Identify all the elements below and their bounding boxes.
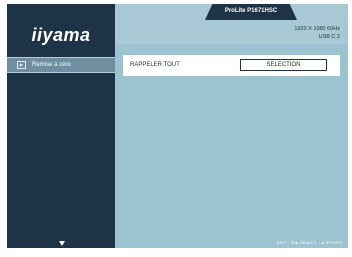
- sidebar: iiyama Remise à zéro: [7, 4, 115, 248]
- selection-button[interactable]: SELECTION: [240, 59, 327, 71]
- model-tab: ProLite P1671HSC: [205, 4, 297, 20]
- osd-menu: iiyama Remise à zéro ProLite P1671HSC 19…: [7, 4, 348, 248]
- recall-all-label: RAPPELER TOUT: [130, 62, 180, 68]
- signal-info: 1920 X 1080 60Hz USB C 2: [294, 25, 340, 41]
- sidebar-item-label: Remise à zéro: [32, 62, 71, 68]
- footer-hint: EXIT : ⏻/⇦ SELECT : ▲/▼PUSH: [276, 240, 342, 245]
- triangle-down-icon[interactable]: [59, 241, 65, 246]
- main-panel: RAPPELER TOUT SELECTION EXIT : ⏻/⇦ SELEC…: [115, 44, 348, 248]
- header: ProLite P1671HSC 1920 X 1080 60Hz USB C …: [115, 4, 348, 44]
- reset-icon: [16, 60, 27, 70]
- resolution-text: 1920 X 1080 60Hz: [294, 26, 340, 32]
- model-name: ProLite P1671HSC: [224, 8, 278, 14]
- list-item: RAPPELER TOUT SELECTION: [123, 55, 340, 76]
- brand-logo: iiyama: [31, 25, 91, 45]
- sidebar-item-reset[interactable]: Remise à zéro: [7, 57, 115, 73]
- input-source-text: USB C 2: [318, 34, 340, 40]
